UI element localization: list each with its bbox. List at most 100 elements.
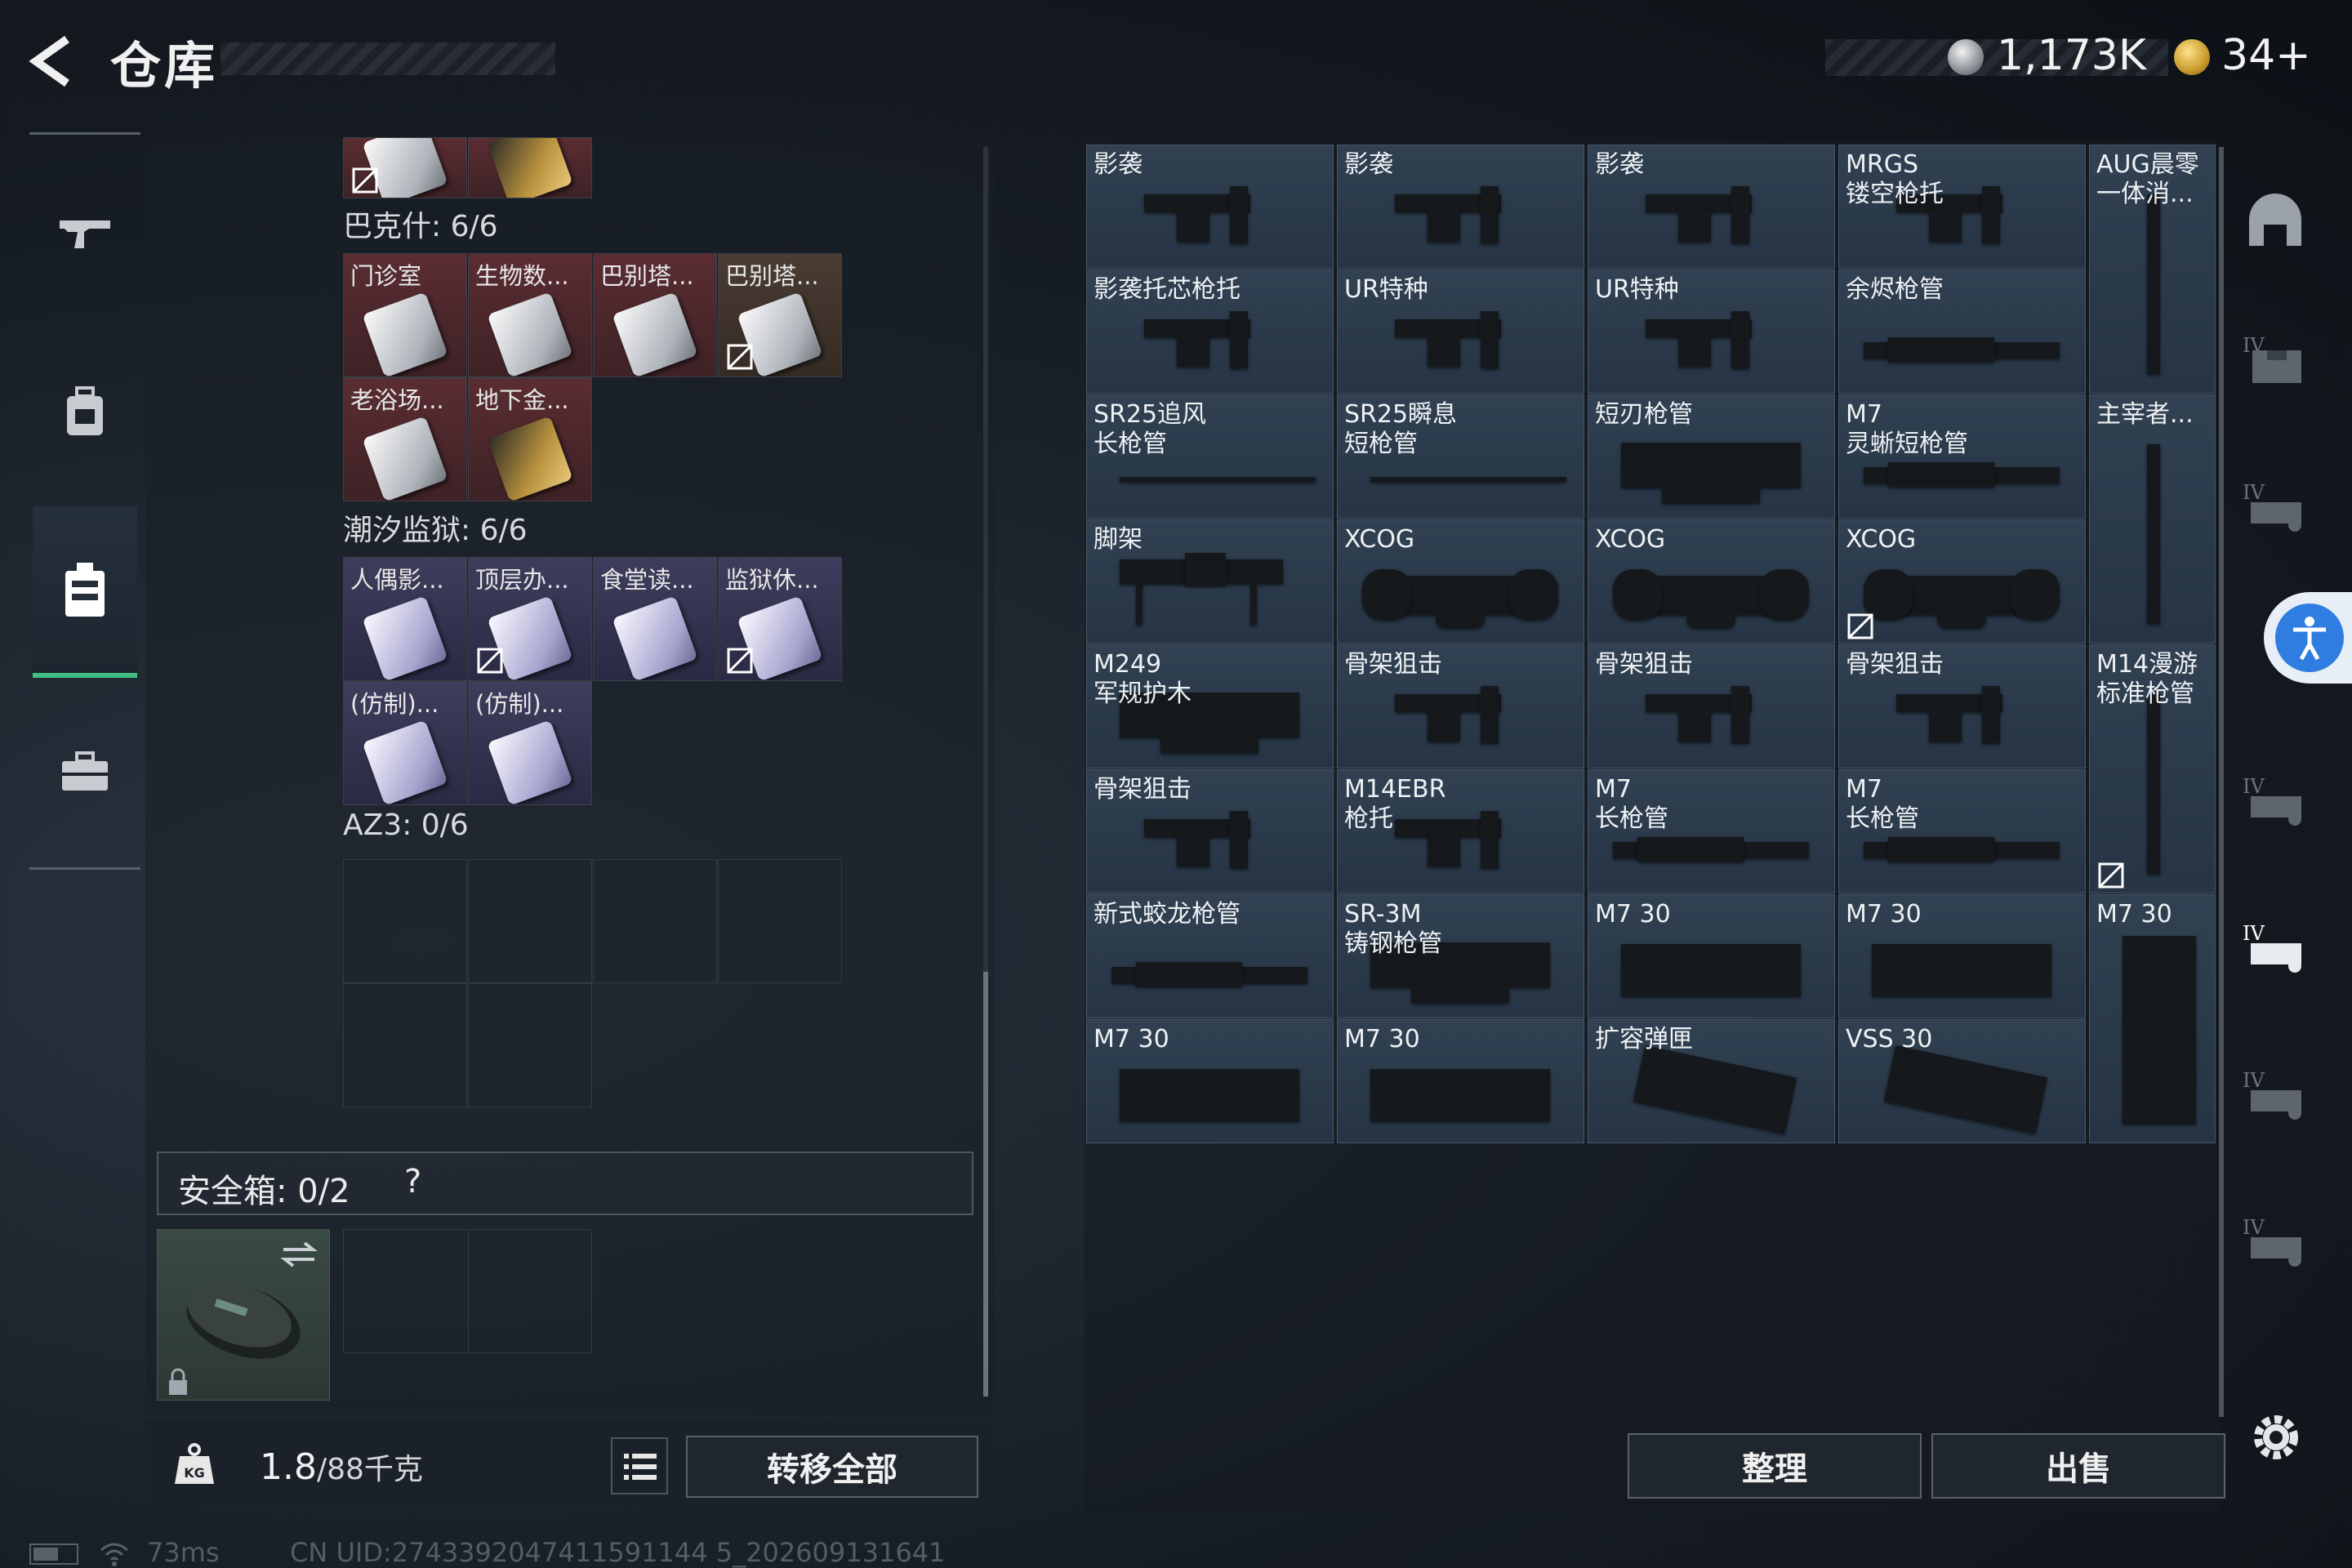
inventory-item[interactable]: 扩容弹匣 [1588,1019,1835,1143]
key-card-slot[interactable]: 巴别塔... [718,253,842,377]
filter-armor[interactable]: IV [2236,318,2314,400]
key-slot[interactable] [343,137,467,198]
transfer-all-button[interactable]: 转移全部 [686,1436,978,1498]
inventory-item[interactable]: M7 30 [1588,894,1835,1018]
item-label: XCOG [1846,525,1917,554]
inventory-item[interactable]: 影袭托芯枪托 [1086,270,1334,394]
inventory-item[interactable]: VSS 30 [1838,1019,2086,1143]
inventory-item[interactable]: 影袭 [1086,145,1334,269]
nav-briefcase-tab[interactable] [33,698,137,845]
inventory-item[interactable]: 影袭 [1588,145,1835,269]
item-label: SR25追风 长枪管 [1094,400,1207,458]
nav-weapon-tab[interactable] [33,159,137,306]
inventory-item[interactable]: M7 灵蜥短枪管 [1838,394,2086,519]
inventory-item[interactable]: M7 30 [2089,894,2216,1143]
inventory-item[interactable]: XCOG [1337,519,1584,644]
weapon-part-silhouette [1686,610,1735,628]
nav-locker-tab[interactable] [33,506,137,678]
inventory-item[interactable]: 主宰者... [2089,394,2216,644]
right-scrollbar[interactable] [2219,147,2224,1417]
inventory-item[interactable]: M7 长枪管 [1588,769,1835,893]
left-scrollbar-thumb[interactable] [983,972,988,1396]
inventory-item[interactable]: SR-3M 铸钢枪管 [1337,894,1584,1018]
inventory-item[interactable]: UR特种 [1588,270,1835,394]
empty-key-slot[interactable] [718,859,842,983]
inventory-item[interactable]: M7 30 [1838,894,2086,1018]
sort-button[interactable]: 整理 [1628,1433,1922,1499]
settings-gear-icon[interactable] [2247,1409,2305,1466]
inventory-item[interactable]: M7 长枪管 [1838,769,2086,893]
inventory-grid[interactable]: 影袭 影袭 影袭 MRGS 镂空枪托 AUG晨零 一体消... 影袭托芯枪托 UR特种 UR特… [1086,145,2216,1143]
help-icon[interactable]: ? [404,1163,437,1204]
inventory-item[interactable]: 骨架狙击 [1588,644,1835,768]
key-card-slot[interactable]: 顶层办... [468,557,592,681]
key-card-slot[interactable]: (仿制)... [343,681,467,805]
inventory-item[interactable]: XCOG [1588,519,1835,644]
inventory-item[interactable]: 脚架 [1086,519,1334,644]
filter-item[interactable]: IV [2236,1200,2314,1282]
weapon-part-silhouette [1120,477,1316,482]
accessibility-button[interactable] [2264,592,2352,684]
inventory-item[interactable]: 骨架狙击 [1086,769,1334,893]
inventory-item[interactable]: 短刃枪管 [1588,394,1835,519]
inventory-item[interactable]: 骨架狙击 [1337,644,1584,768]
key-card-slot[interactable]: 生物数... [468,253,592,377]
empty-key-slot[interactable] [593,859,717,983]
key-card-slot[interactable]: 门诊室 [343,253,467,377]
key-card-slot[interactable]: 地下金... [468,377,592,501]
key-card-slot[interactable]: 监狱休... [718,557,842,681]
nav-divider [29,132,140,135]
key-card-slot[interactable]: 老浴场... [343,377,467,501]
inventory-item[interactable]: M7 30 [1086,1019,1334,1143]
silver-currency-amount[interactable]: 1,173K [1997,31,2146,80]
accessibility-icon [2293,617,2326,661]
list-view-button[interactable] [611,1437,668,1494]
gold-currency-amount[interactable]: 34+ [2221,31,2311,80]
weapon-part-silhouette [1678,334,1711,367]
key-label: 食堂读... [600,566,694,594]
key-slot[interactable] [468,137,592,198]
inventory-item[interactable]: 余烬枪管 [1838,270,2086,394]
filter-vest[interactable]: IV [2236,760,2314,841]
svg-text:IV: IV [2243,922,2265,945]
empty-key-slot[interactable] [343,983,467,1107]
swap-icon[interactable] [280,1238,318,1271]
weapon-part-silhouette [1982,186,2000,243]
key-card-slot[interactable]: 食堂读... [593,557,717,681]
inventory-item[interactable]: 新式蛟龙枪管 [1086,894,1334,1018]
weapon-part-silhouette [1411,985,1509,1003]
filter-backpack[interactable]: IV [2236,466,2314,547]
back-arrow-icon[interactable] [24,33,82,90]
key-card-slot[interactable]: 人偶影... [343,557,467,681]
key-card-slot[interactable]: (仿制)... [468,681,592,805]
filter-item-active[interactable]: IV [2236,906,2314,988]
empty-key-slot[interactable] [468,983,592,1107]
keycard-icon [362,416,448,501]
inventory-item[interactable]: SR25瞬息 短枪管 [1337,394,1584,519]
filter-helmet[interactable] [2236,180,2314,261]
keycard-icon [612,595,698,680]
safe-box-case[interactable] [157,1229,330,1401]
safe-box-slot[interactable] [343,1229,592,1353]
sell-button[interactable]: 出售 [1931,1433,2225,1499]
weapon-part-silhouette [1177,334,1209,367]
inventory-item[interactable]: 影袭 [1337,145,1584,269]
inventory-item[interactable]: SR25追风 长枪管 [1086,394,1334,519]
key-card-slot[interactable]: 巴别塔... [593,253,717,377]
inventory-item[interactable]: M7 30 [1337,1019,1584,1143]
list-icon [624,1454,657,1480]
inventory-item[interactable]: M249 军规护木 [1086,644,1334,768]
nav-backpack-tab[interactable] [33,339,137,486]
empty-key-slot[interactable] [468,859,592,983]
inventory-item[interactable]: UR特种 [1337,270,1584,394]
inventory-item[interactable]: XCOG [1838,519,2086,644]
inventory-item[interactable]: MRGS 镂空枪托 [1838,145,2086,269]
inventory-item[interactable]: M14漫游 标准枪管 [2089,644,2216,893]
inventory-item[interactable]: M14EBR 枪托 [1337,769,1584,893]
empty-key-slot[interactable] [343,859,467,983]
inventory-item[interactable]: AUG晨零 一体消... [2089,145,2216,394]
weapon-part-silhouette [1370,1069,1550,1121]
inventory-item[interactable]: 骨架狙击 [1838,644,2086,768]
helmet-icon [2249,194,2301,246]
filter-item[interactable]: IV [2236,1054,2314,1135]
